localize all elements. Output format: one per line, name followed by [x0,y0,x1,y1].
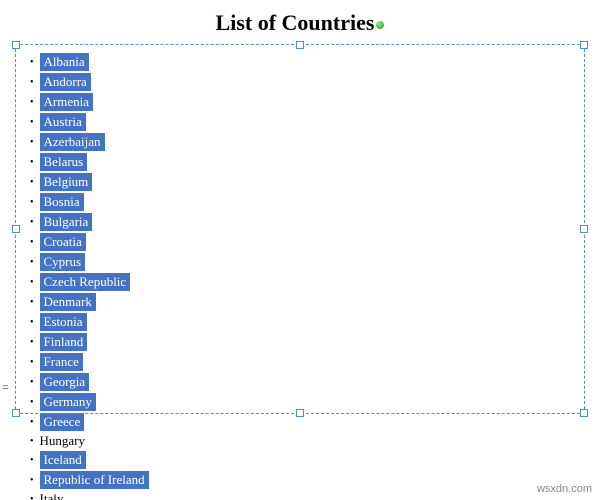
country-name: Georgia [40,373,90,391]
country-name: Republic of Ireland [40,471,149,489]
side-equals-icon: = [2,380,9,395]
list-item: • France [30,352,570,372]
country-name: Austria [40,113,86,131]
list-item: • Belgium [30,172,570,192]
list-item: • Croatia [30,232,570,252]
list-item: • Albania [30,52,570,72]
bullet-icon: • [30,455,34,466]
country-name: Andorra [40,73,91,91]
window: List of Countries • Albania • Andorra • Armen… [0,0,600,500]
list-item: • Austria [30,112,570,132]
country-name: Czech Republic [40,273,131,291]
list-item: • Greece [30,412,570,432]
country-name: Bosnia [40,193,84,211]
bullet-icon: • [30,217,34,228]
bullet-icon: • [30,157,34,168]
list-item: • Hungary [30,432,570,450]
bullet-icon: • [30,397,34,408]
list-item: • Republic of Ireland [30,470,570,490]
list-item: • Germany [30,392,570,412]
bullet-icon: • [30,337,34,348]
list-item: • Cyprus [30,252,570,272]
bullet-icon: • [30,137,34,148]
bullet-icon: • [30,357,34,368]
bullet-icon: • [30,257,34,268]
list-item: • Azerbaijan [30,132,570,152]
green-dot-icon [376,21,384,29]
country-name: Cyprus [40,253,86,271]
bullet-icon: • [30,77,34,88]
list-item: • Georgia [30,372,570,392]
list-item: • Estonia [30,312,570,332]
country-name: Iceland [40,451,86,469]
bullet-icon: • [30,297,34,308]
list-item: • Armenia [30,92,570,112]
bullet-icon: • [30,377,34,388]
bullet-icon: • [30,97,34,108]
bullet-icon: • [30,117,34,128]
bullet-icon: • [30,494,34,500]
country-name: Bulgaria [40,213,93,231]
country-name: France [40,353,83,371]
bullet-icon: • [30,417,34,428]
list-item: • Italy [30,490,570,500]
list-item: • Belarus [30,152,570,172]
watermark: wsxdn.com [537,483,592,495]
list-item: • Bosnia [30,192,570,212]
bullet-icon: • [30,197,34,208]
list-item: • Bulgaria [30,212,570,232]
bullet-icon: • [30,177,34,188]
bullet-icon: • [30,237,34,248]
bullet-icon: • [30,277,34,288]
country-name: Hungary [40,433,86,449]
page-title: List of Countries [0,0,600,44]
bullet-icon: • [30,475,34,486]
list-item: • Andorra [30,72,570,92]
list-item: • Iceland [30,450,570,470]
country-name: Denmark [40,293,96,311]
country-name: Croatia [40,233,86,251]
country-name: Albania [40,53,89,71]
country-list: • Albania • Andorra • Armenia • Austria • Azerbai… [10,44,590,500]
list-item: • Finland [30,332,570,352]
bullet-icon: • [30,57,34,68]
country-name: Greece [40,413,85,431]
country-name: Armenia [40,93,93,111]
country-name: Italy [40,491,64,500]
list-item: • Denmark [30,292,570,312]
country-name: Germany [40,393,96,411]
bullet-icon: • [30,317,34,328]
country-name: Estonia [40,313,87,331]
content-area: • Albania • Andorra • Armenia • Austria • Azerbai… [10,44,590,500]
country-name: Finland [40,333,88,351]
country-name: Belgium [40,173,93,191]
country-name: Azerbaijan [40,133,105,151]
list-item: • Czech Republic [30,272,570,292]
bullet-icon: • [30,436,34,447]
country-name: Belarus [40,153,88,171]
